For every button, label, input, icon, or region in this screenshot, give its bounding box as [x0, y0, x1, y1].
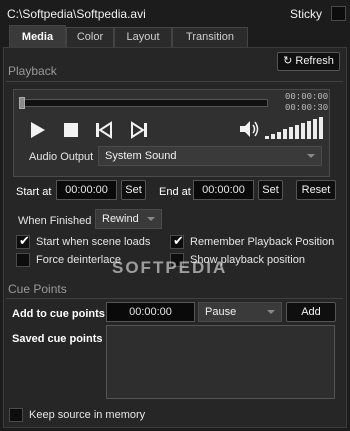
volume-slider[interactable] — [265, 117, 325, 139]
stop-button[interactable] — [63, 122, 79, 141]
end-at-input[interactable]: 00:00:00 — [193, 180, 254, 200]
volume-bar — [319, 117, 323, 139]
refresh-label: Refresh — [295, 55, 334, 67]
previous-button[interactable] — [95, 121, 113, 142]
check-icon: ✔ — [19, 233, 30, 248]
start-when-scene-loads-label: Start when scene loads — [36, 236, 151, 248]
chevron-down-icon — [147, 217, 155, 221]
remember-playback-position-label: Remember Playback Position — [190, 236, 335, 248]
softpedia-watermark: SOFTPEDIA — [112, 258, 228, 277]
total-time: 00:00:30 — [285, 103, 329, 113]
volume-bar — [271, 134, 275, 139]
tab-color[interactable]: Color — [66, 27, 114, 47]
keep-source-checkbox[interactable] — [9, 408, 23, 422]
play-icon — [31, 122, 45, 138]
refresh-button[interactable]: ↻ Refresh — [277, 52, 340, 71]
start-at-input[interactable]: 00:00:00 — [56, 180, 117, 200]
current-time: 00:00:00 — [285, 92, 329, 102]
speaker-icon — [240, 121, 259, 137]
when-finished-label: When Finished — [18, 215, 92, 227]
saved-cue-points-list[interactable] — [106, 325, 335, 399]
remember-playback-position-checkbox[interactable]: ✔ — [170, 233, 184, 249]
volume-bar — [283, 129, 287, 139]
volume-button[interactable] — [239, 120, 261, 141]
audio-output-select[interactable]: System Sound — [98, 146, 322, 166]
volume-bar — [289, 127, 293, 139]
next-button[interactable] — [130, 121, 148, 142]
play-button[interactable] — [29, 121, 47, 142]
tab-media[interactable]: Media — [9, 25, 66, 48]
playback-divider — [6, 81, 343, 82]
volume-bar — [277, 132, 281, 139]
chevron-down-icon — [267, 310, 275, 314]
sticky-label: Sticky — [289, 7, 322, 21]
stop-icon — [64, 123, 78, 137]
audio-output-value: System Sound — [105, 150, 177, 162]
volume-bar — [295, 125, 299, 139]
force-deinterlace-label: Force deinterlace — [36, 254, 121, 266]
seek-thumb[interactable] — [19, 97, 25, 109]
seek-bar[interactable] — [19, 99, 268, 107]
cue-action-value: Pause — [205, 306, 237, 318]
when-finished-select[interactable]: Rewind — [95, 209, 162, 229]
skip-back-icon — [96, 121, 112, 139]
cue-points-divider — [6, 298, 343, 299]
add-cue-button[interactable]: Add — [286, 302, 336, 322]
tab-layout[interactable]: Layout — [114, 27, 172, 47]
cue-time-input[interactable]: 00:00:00 — [106, 302, 195, 322]
playback-section-label: Playback — [8, 64, 57, 78]
force-deinterlace-checkbox[interactable] — [16, 253, 30, 267]
chevron-down-icon — [307, 154, 315, 158]
window-title: C:\Softpedia\Softpedia.avi — [7, 7, 146, 21]
volume-bar — [265, 136, 269, 139]
saved-cue-points-label: Saved cue points — [12, 333, 103, 345]
skip-forward-icon — [131, 121, 147, 139]
volume-bar — [313, 119, 317, 139]
sticky-checkbox[interactable] — [331, 6, 346, 21]
start-at-label: Start at — [16, 186, 52, 198]
set-end-button[interactable]: Set — [258, 180, 283, 200]
refresh-icon: ↻ — [283, 55, 293, 67]
audio-output-label: Audio Output — [29, 151, 94, 163]
tab-transition[interactable]: Transition — [172, 27, 248, 47]
reset-button[interactable]: Reset — [296, 180, 336, 200]
when-finished-value: Rewind — [102, 213, 139, 225]
volume-bar — [301, 123, 305, 139]
cue-points-section-label: Cue Points — [8, 282, 67, 296]
check-icon: ✔ — [173, 233, 184, 248]
end-at-label: End at — [159, 186, 191, 198]
keep-source-label: Keep source in memory — [29, 409, 146, 421]
cue-action-select[interactable]: Pause — [198, 302, 282, 322]
start-when-scene-loads-checkbox[interactable]: ✔ — [16, 233, 30, 249]
add-to-cue-points-label: Add to cue points — [12, 308, 105, 320]
volume-bar — [307, 121, 311, 139]
set-start-button[interactable]: Set — [121, 180, 146, 200]
